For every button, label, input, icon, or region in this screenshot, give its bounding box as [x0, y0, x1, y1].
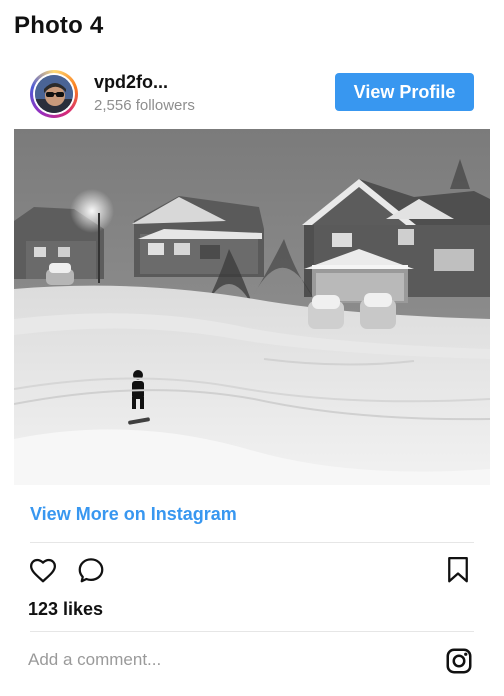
follower-count: 2,556 followers	[94, 97, 195, 114]
avatar-image	[35, 75, 73, 113]
username[interactable]: vpd2fo...	[94, 72, 195, 93]
user-block: vpd2fo... 2,556 followers	[94, 72, 195, 114]
view-more-on-instagram-link[interactable]: View More on Instagram	[30, 504, 237, 525]
comment-row	[14, 638, 490, 682]
comment-bubble-icon[interactable]	[76, 555, 106, 590]
view-profile-button[interactable]: View Profile	[335, 73, 474, 111]
snowy-street-photo-icon	[14, 129, 490, 485]
divider	[30, 631, 474, 632]
likes-count: 123 likes	[28, 599, 104, 619]
caption-title: Photo 4	[14, 12, 104, 39]
divider	[30, 542, 474, 543]
post-photo[interactable]	[14, 129, 490, 485]
bookmark-icon[interactable]	[445, 555, 471, 590]
page: Photo 4 vpd2fo... 2,556 followers View P…	[0, 0, 504, 696]
comment-input[interactable]	[28, 646, 408, 674]
heart-icon[interactable]	[28, 555, 58, 590]
instagram-embed: vpd2fo... 2,556 followers View Profile V…	[14, 58, 490, 688]
avatar-photo-icon	[35, 75, 73, 113]
action-bar	[14, 553, 490, 589]
avatar-ring	[33, 73, 75, 115]
instagram-logo-icon[interactable]	[444, 646, 474, 681]
avatar[interactable]	[30, 70, 78, 118]
embed-header: vpd2fo... 2,556 followers View Profile	[14, 58, 490, 128]
